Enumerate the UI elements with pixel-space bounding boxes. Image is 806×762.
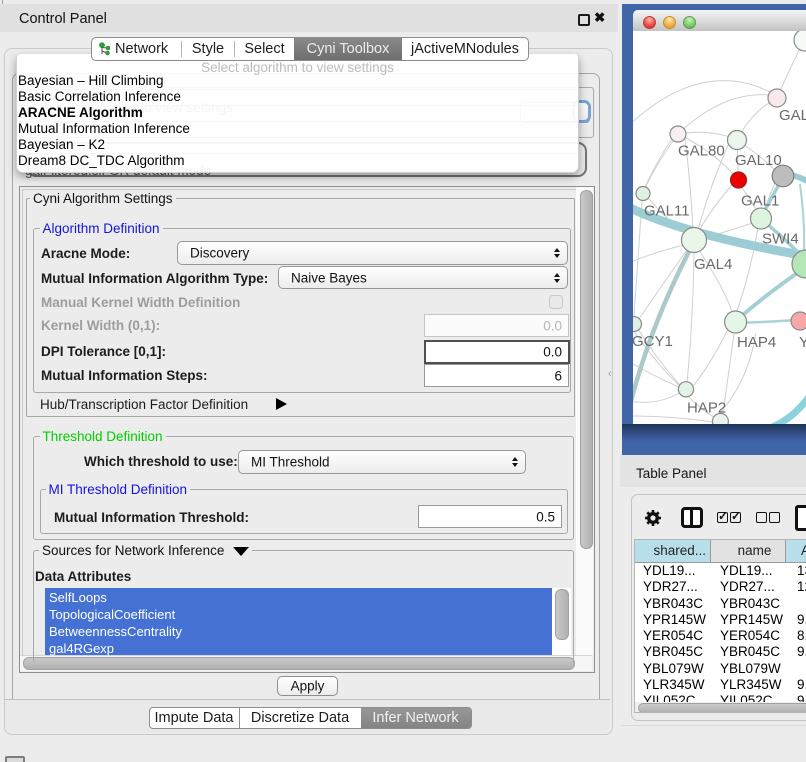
svg-text:GAL1: GAL1 [741,193,779,210]
svg-text:GAL10: GAL10 [735,152,782,169]
svg-text:SWI4: SWI4 [762,231,799,248]
svg-text:GAL11: GAL11 [644,203,690,220]
svg-text:GAL80: GAL80 [678,143,725,160]
svg-text:GAL4: GAL4 [694,256,732,273]
svg-text:GAL8: GAL8 [779,107,806,124]
svg-text:HAP4: HAP4 [737,334,776,351]
svg-text:HAP2: HAP2 [687,400,726,417]
svg-text:Y: Y [799,334,806,351]
svg-text:GCY1: GCY1 [633,333,673,350]
